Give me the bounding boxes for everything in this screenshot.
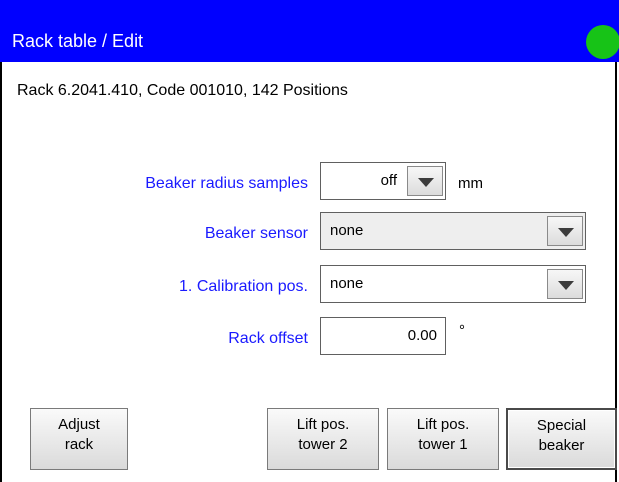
rack-offset-input[interactable]: 0.00 bbox=[320, 317, 446, 355]
special-beaker-button[interactable]: Special beaker bbox=[506, 408, 617, 470]
rack-offset-label: Rack offset bbox=[228, 330, 308, 347]
adjust-rack-label-line1: Adjust bbox=[58, 416, 100, 433]
lift-tower-2-label-line1: Lift pos. bbox=[296, 416, 350, 433]
beaker-radius-dropdown[interactable]: off bbox=[320, 162, 446, 200]
lift-tower-1-label-line2: tower 1 bbox=[418, 436, 468, 453]
beaker-sensor-value: none bbox=[330, 222, 364, 239]
rack-info: Rack 6.2041.410, Code 001010, 142 Positi… bbox=[17, 82, 348, 99]
chevron-down-icon bbox=[418, 178, 434, 187]
beaker-sensor-dropdown-button[interactable] bbox=[547, 216, 583, 246]
lift-tower-2-label-line2: tower 2 bbox=[298, 436, 348, 453]
beaker-radius-label: Beaker radius samples bbox=[145, 175, 308, 192]
special-beaker-label-line1: Special bbox=[536, 417, 587, 434]
special-beaker-label-line2: beaker bbox=[538, 437, 585, 454]
beaker-radius-unit: mm bbox=[458, 175, 483, 192]
rack-offset-unit: ° bbox=[459, 322, 465, 339]
calibration-pos-value: none bbox=[330, 275, 364, 292]
lift-pos-tower-2-button[interactable]: Lift pos. tower 2 bbox=[267, 408, 379, 470]
beaker-radius-value: off bbox=[380, 172, 397, 189]
status-indicator-icon bbox=[586, 25, 619, 59]
lift-tower-1-label-line1: Lift pos. bbox=[416, 416, 470, 433]
calibration-pos-label: 1. Calibration pos. bbox=[179, 278, 308, 295]
calibration-pos-dropdown-button[interactable] bbox=[547, 269, 583, 299]
beaker-sensor-label: Beaker sensor bbox=[204, 225, 308, 242]
chevron-down-icon bbox=[558, 281, 574, 290]
calibration-pos-dropdown[interactable]: none bbox=[320, 265, 586, 303]
beaker-sensor-dropdown[interactable]: none bbox=[320, 212, 586, 250]
chevron-down-icon bbox=[558, 228, 574, 237]
window-title: Rack table / Edit bbox=[12, 31, 144, 51]
adjust-rack-button[interactable]: Adjust rack bbox=[30, 408, 128, 470]
rack-offset-value: 0.00 bbox=[407, 327, 437, 344]
lift-pos-tower-1-button[interactable]: Lift pos. tower 1 bbox=[387, 408, 499, 470]
beaker-radius-dropdown-button[interactable] bbox=[407, 166, 443, 196]
title-bar: Rack table / Edit bbox=[0, 0, 619, 62]
adjust-rack-label-line2: rack bbox=[64, 436, 94, 453]
